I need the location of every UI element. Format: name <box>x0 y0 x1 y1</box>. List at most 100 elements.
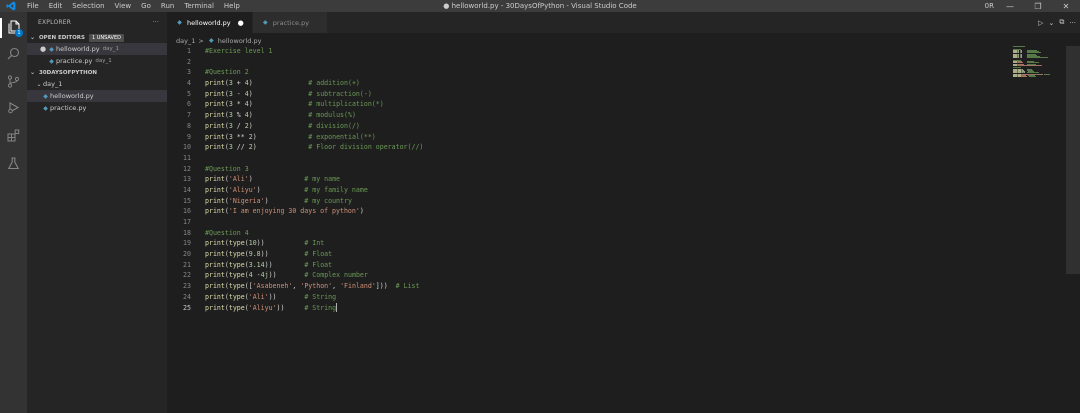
code-line[interactable]: 23 print(type(['Asabeneh', 'Python', 'Fin… <box>167 281 1007 292</box>
code-token: # exponential(**) <box>308 132 376 141</box>
code-token: # my country <box>304 196 352 205</box>
line-number: 3 <box>187 68 191 77</box>
code-token: # Float <box>304 260 333 269</box>
tab-helloworld[interactable]: ◆ helloworld.py ● <box>167 12 253 33</box>
code-line[interactable]: 11 <box>167 153 1007 164</box>
file-item[interactable]: ◆ practice.py <box>27 102 167 114</box>
minimize-button[interactable]: — <box>996 0 1024 12</box>
code-line[interactable]: 19 print(type(10)) # Int <box>167 238 1007 249</box>
modified-dot-icon[interactable]: ● <box>238 19 244 27</box>
code-line[interactable]: 22 print(type(4 -4j)) # Complex number <box>167 270 1007 281</box>
line-number: 19 <box>183 239 191 248</box>
menu-edit[interactable]: Edit <box>44 0 68 12</box>
menu-selection[interactable]: Selection <box>67 0 109 12</box>
close-button[interactable]: ✕ <box>1052 0 1080 12</box>
code-token: )) <box>264 260 305 269</box>
run-python-icon[interactable]: ▷ <box>1038 19 1043 27</box>
file-item[interactable]: ◆ helloworld.py <box>27 90 167 102</box>
editor-tabs: ◆ helloworld.py ● ◆ practice.py ▷ ⌄ ⧉ ··… <box>167 12 1080 33</box>
code-text: print(3 / 2) # division(/) <box>205 121 360 132</box>
open-editor-item[interactable]: ◆ practice.py day_1 <box>27 55 167 67</box>
code-line[interactable]: 24 print(type('Ali')) # String <box>167 292 1007 303</box>
testing-activity[interactable] <box>0 152 27 176</box>
run-debug-activity[interactable] <box>0 96 27 120</box>
explorer-activity[interactable]: 1 <box>0 16 27 40</box>
code-line[interactable]: 6 print(3 * 4) # multiplication(*) <box>167 99 1007 110</box>
breadcrumb-folder[interactable]: day_1 <box>176 37 195 45</box>
workspace-section[interactable]: ⌄ 30DAYSOFPYTHON <box>27 67 167 78</box>
menu-help[interactable]: Help <box>219 0 245 12</box>
editor-scrollbar[interactable] <box>1066 46 1080 274</box>
menu-go[interactable]: Go <box>136 0 156 12</box>
activity-bar: 1 <box>0 12 27 413</box>
code-token: 'Ali' <box>228 175 249 184</box>
code-token: // <box>232 143 249 152</box>
code-text: print(type(9.8)) # Float <box>205 249 332 260</box>
file-name: practice.py <box>50 104 87 112</box>
minimap[interactable] <box>1011 46 1066 78</box>
code-token: 'Asabeneh' <box>252 282 293 291</box>
code-line[interactable]: 12 #Question 3 <box>167 164 1007 175</box>
line-number: 5 <box>187 89 191 98</box>
source-control-activity[interactable] <box>0 70 27 94</box>
code-line[interactable]: 8 print(3 / 2) # division(/) <box>167 121 1007 132</box>
code-line[interactable]: 13 print('Ali') # my name <box>167 174 1007 185</box>
code-line[interactable]: 21 print(type(3.14)) # Float <box>167 260 1007 271</box>
search-activity[interactable] <box>0 42 27 66</box>
open-editors-section[interactable]: ⌄ OPEN EDITORS 1 UNSAVED <box>27 32 167 43</box>
code-text: print(3 + 4) # addition(+) <box>205 78 360 89</box>
breadcrumb-file[interactable]: helloworld.py <box>218 37 262 45</box>
code-line[interactable]: 16 print('I am enjoying 30 days of python… <box>167 206 1007 217</box>
layout-control-icon[interactable]: 0R <box>985 0 994 12</box>
code-token: + <box>232 79 245 88</box>
minimap-stroke <box>1022 76 1027 77</box>
line-number: 14 <box>183 185 191 194</box>
code-line[interactable]: 20 print(type(9.8)) # Float <box>167 249 1007 260</box>
code-line[interactable]: 9 print(3 ** 2) # exponential(**) <box>167 132 1007 143</box>
code-line[interactable]: 7 print(3 % 4) # modulus(%) <box>167 110 1007 121</box>
line-number: 10 <box>183 143 191 152</box>
code-token: )) <box>276 303 305 312</box>
modified-dot-icon[interactable]: ● <box>39 45 47 53</box>
code-line[interactable]: 18 #Question 4 <box>167 228 1007 239</box>
restore-button[interactable]: ❐ <box>1024 0 1052 12</box>
folder-item[interactable]: ⌄ day_1 <box>27 78 167 90</box>
code-line[interactable]: 15 print('Nigeria') # my country <box>167 196 1007 207</box>
code-token: #Exercise level 1 <box>205 47 273 55</box>
file-name: helloworld.py <box>50 92 94 100</box>
line-number: 17 <box>183 218 191 226</box>
code-token: # Int <box>304 239 325 248</box>
code-text: print('Aliyu') # my family name <box>205 185 368 196</box>
split-editor-icon[interactable]: ⧉ <box>1059 18 1064 27</box>
code-line[interactable]: 3 #Question 2 <box>167 67 1007 78</box>
code-line[interactable]: 10 print(3 // 2) # Floor division operato… <box>167 142 1007 153</box>
chevron-down-icon[interactable]: ⌄ <box>1048 19 1054 27</box>
code-line[interactable]: 2 <box>167 57 1007 68</box>
code-text: print(3 * 4) # multiplication(*) <box>205 99 384 110</box>
extensions-activity[interactable] <box>0 124 27 148</box>
code-token: print <box>205 239 225 248</box>
menu-terminal[interactable]: Terminal <box>179 0 219 12</box>
code-text: print(type('Ali')) # String <box>205 292 336 303</box>
code-line[interactable]: 5 print(3 - 4) # subtraction(-) <box>167 89 1007 100</box>
open-editor-item[interactable]: ● ◆ helloworld.py day_1 <box>27 43 167 55</box>
code-line[interactable]: 14 print('Aliyu') # my family name <box>167 185 1007 196</box>
more-actions-icon[interactable]: ··· <box>1069 19 1076 27</box>
search-icon <box>7 45 20 64</box>
code-token: 10 <box>248 239 257 248</box>
code-line[interactable]: 25 print(type('Aliyu')) # String <box>167 303 1007 314</box>
menu-run[interactable]: Run <box>156 0 179 12</box>
code-line[interactable]: 17 <box>167 217 1007 228</box>
explorer-more-button[interactable]: ··· <box>153 19 159 26</box>
python-file-icon: ◆ <box>43 92 48 100</box>
tab-practice[interactable]: ◆ practice.py <box>252 12 329 33</box>
menu-file[interactable]: File <box>22 0 44 12</box>
code-token: print <box>205 271 225 280</box>
menu-view[interactable]: View <box>110 0 137 12</box>
code-token: # my family name <box>304 185 368 194</box>
code-editor[interactable]: 1 #Exercise level 1 2 3 #Question 2 4 print(3 … <box>167 46 1007 413</box>
code-token: ) <box>252 143 309 152</box>
code-line[interactable]: 4 print(3 + 4) # addition(+) <box>167 78 1007 89</box>
testing-icon <box>7 155 20 174</box>
code-line[interactable]: 1 #Exercise level 1 <box>167 46 1007 57</box>
